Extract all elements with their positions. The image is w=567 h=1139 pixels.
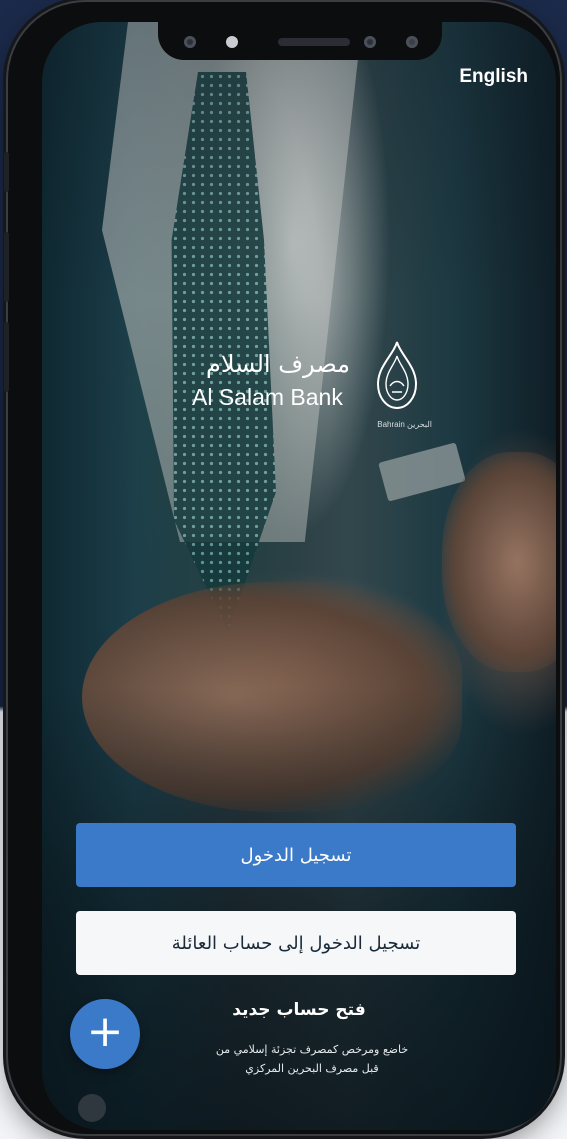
- volume-down-button: [4, 322, 9, 392]
- front-camera-icon: [406, 36, 418, 48]
- bank-name-english: Al Salam Bank: [192, 384, 343, 410]
- bank-logo: مصرف السلام Al Salam Bank Bahrain البحري…: [192, 340, 442, 440]
- app-screen: English مصرف السلام Al Salam Bank Bahrai…: [42, 22, 556, 1130]
- disclaimer-line-2: قبل مصرف البحرين المركزي: [245, 1062, 379, 1075]
- bank-name-arabic: مصرف السلام: [206, 350, 350, 378]
- camera-icon: [364, 36, 376, 48]
- earpiece-speaker: [278, 38, 350, 46]
- sensor-icon: [184, 36, 196, 48]
- emblem-caption: Bahrain البحرين: [377, 420, 432, 429]
- phone-frame: English مصرف السلام Al Salam Bank Bahrai…: [4, 2, 560, 1134]
- family-login-button[interactable]: تسجيل الدخول إلى حساب العائلة: [76, 911, 516, 975]
- regulatory-disclaimer: خاضع ومرخص كمصرف تجزئة إسلامي من قبل مصر…: [192, 1040, 432, 1078]
- proximity-sensor-icon: [226, 36, 238, 48]
- disclaimer-line-1: خاضع ومرخص كمصرف تجزئة إسلامي من: [215, 1043, 409, 1056]
- bank-emblem-icon: [376, 341, 418, 410]
- volume-up-button: [4, 232, 9, 302]
- home-button: [78, 1094, 106, 1122]
- mute-switch: [4, 152, 9, 192]
- open-account-link[interactable]: فتح حساب جديد: [42, 1000, 556, 1020]
- login-button[interactable]: تسجيل الدخول: [76, 823, 516, 887]
- language-toggle[interactable]: English: [459, 66, 528, 88]
- phone-notch: [158, 22, 442, 60]
